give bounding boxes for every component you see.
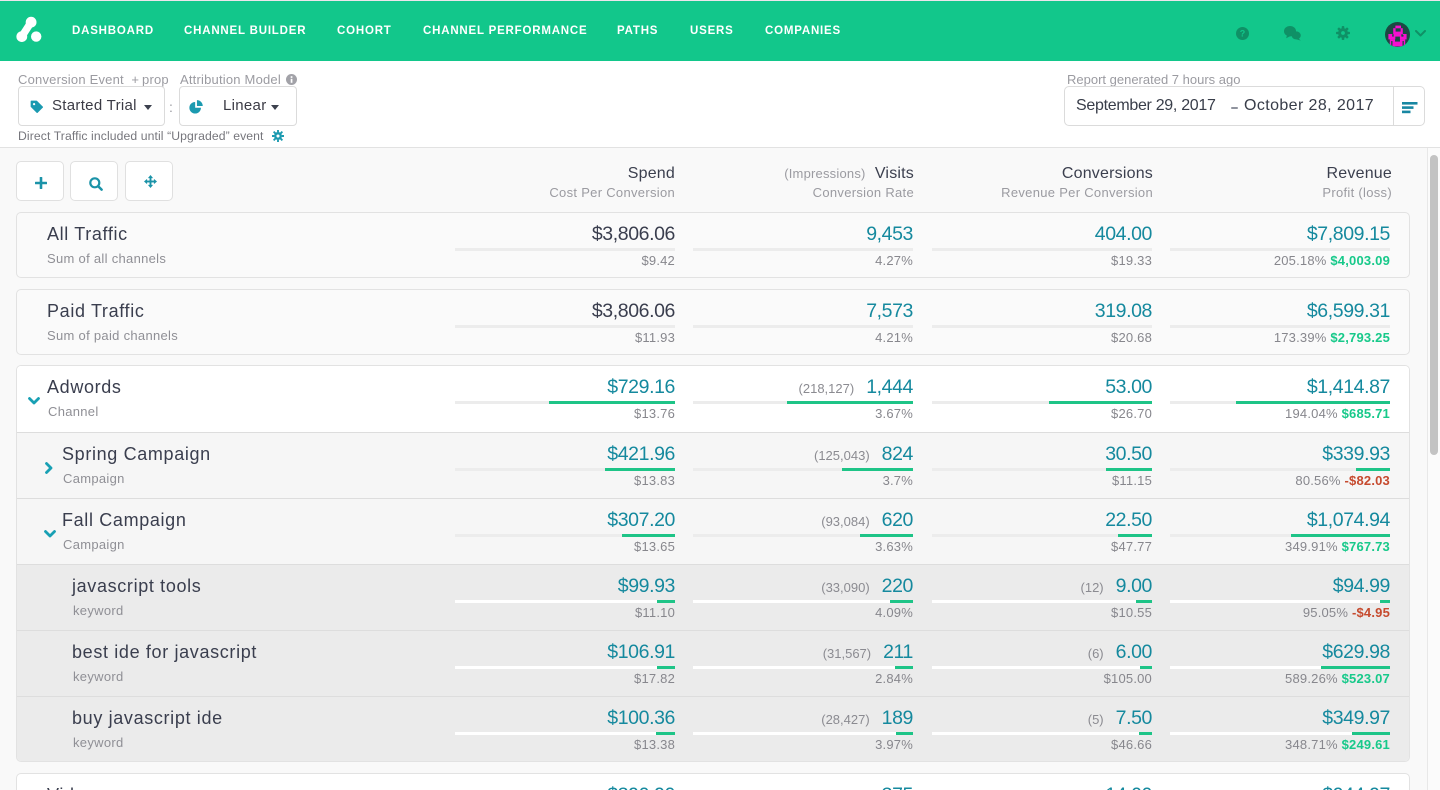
svg-text:?: ? (1240, 29, 1246, 39)
